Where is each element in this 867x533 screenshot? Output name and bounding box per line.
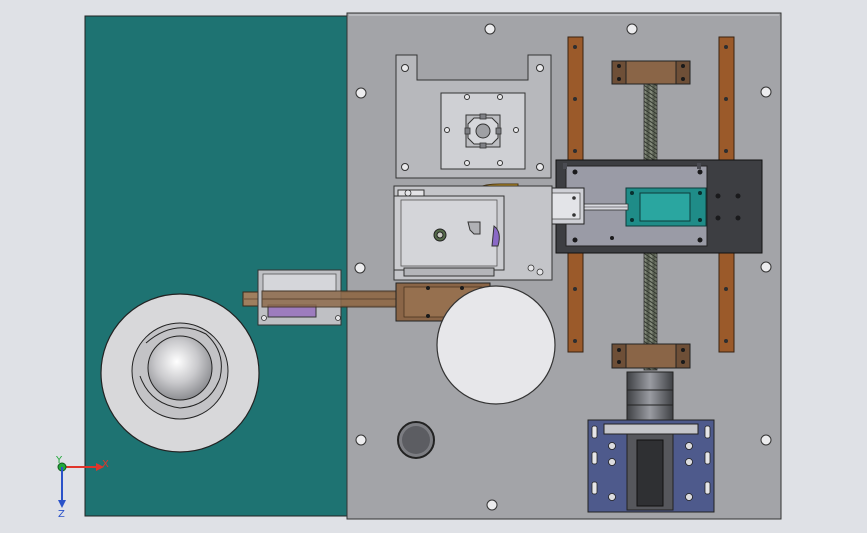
center-lower-strip [403,267,495,277]
teal-cylinder-top [639,192,691,222]
chuck-center [475,123,491,139]
turntable-cutout[interactable] [436,285,556,405]
bottom-bearing-ear-left [611,343,627,369]
track-support-top [262,273,337,292]
motor-flange [603,423,699,435]
sensor-body [400,199,498,267]
cad-viewport[interactable] [0,0,867,533]
bottom-bearing-ear-right [675,343,691,369]
shaft-coupler[interactable] [626,371,674,423]
sensor-knob-center [436,231,444,239]
feed-bowl-cone[interactable] [147,335,213,401]
motor-core [636,439,664,507]
cable-hole-inner [402,426,430,454]
